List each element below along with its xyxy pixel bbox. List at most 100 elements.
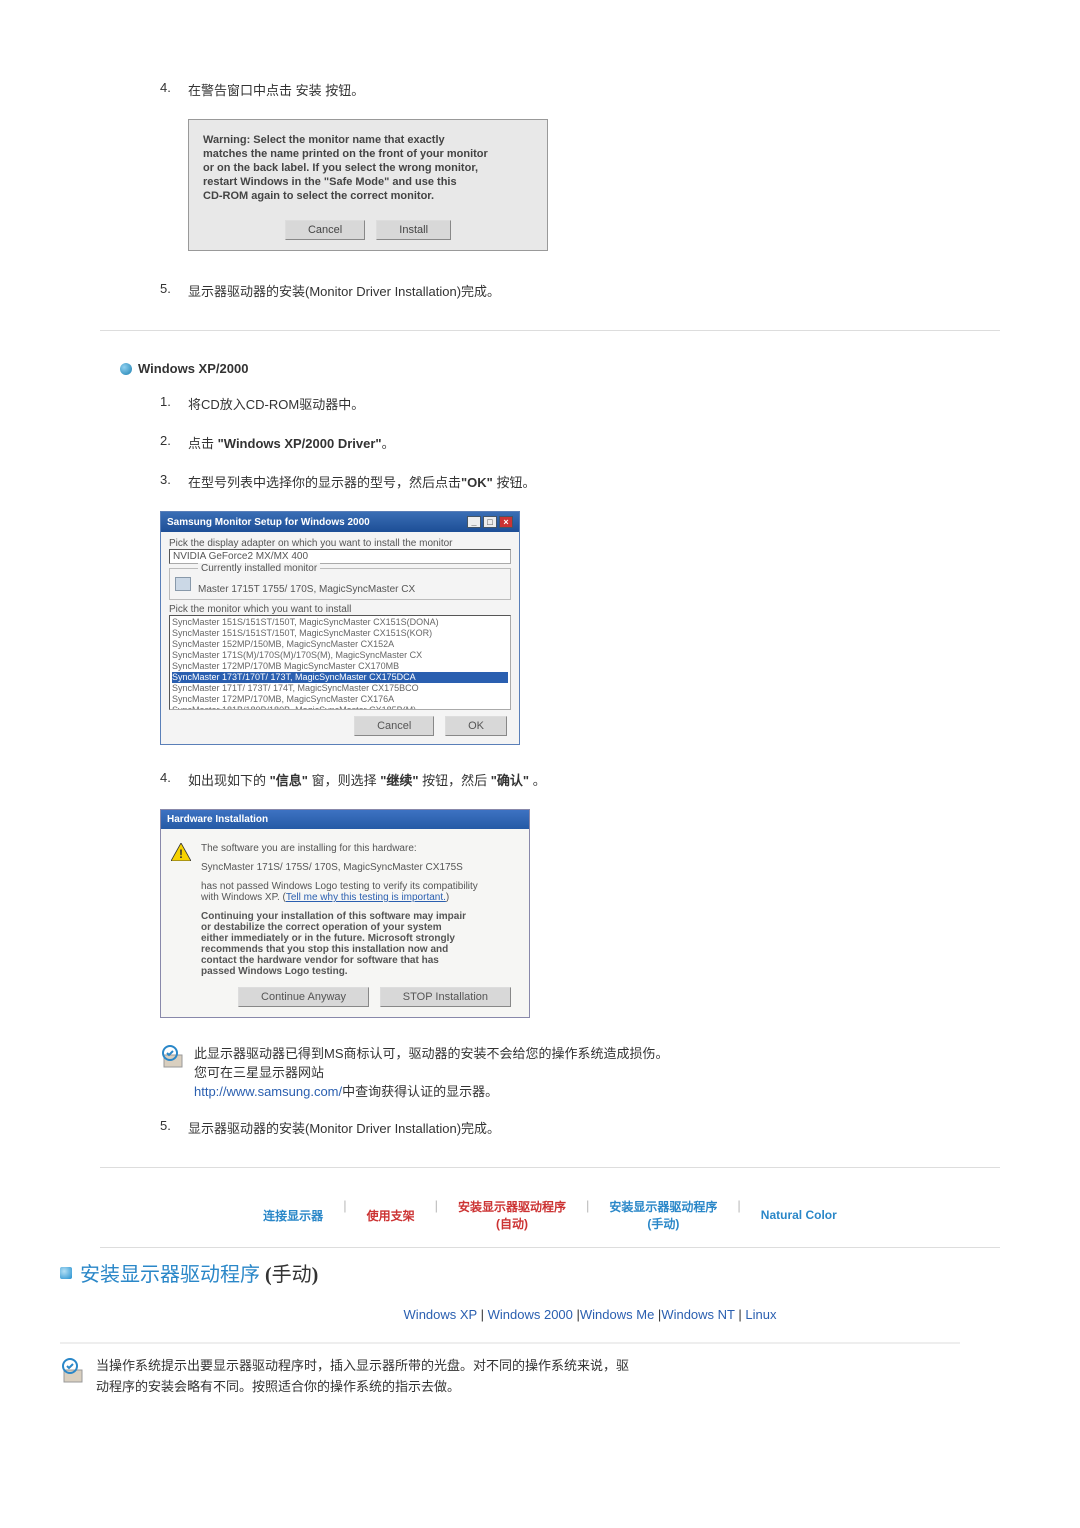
- t: has not passed Windows Logo testing to v…: [201, 881, 478, 892]
- link-linux[interactable]: Linux: [745, 1307, 776, 1322]
- nav-manual-driver[interactable]: 安装显示器驱动程序 (手动): [609, 1198, 717, 1232]
- nav-label: 安装显示器驱动程序 (自动): [458, 1198, 566, 1232]
- cancel-button[interactable]: Cancel: [285, 220, 365, 240]
- minimize-icon[interactable]: _: [467, 516, 481, 528]
- nav-label: 使用支架: [367, 1207, 415, 1224]
- stop-installation-button[interactable]: STOP Installation: [380, 987, 511, 1007]
- t: 。: [529, 773, 546, 788]
- heading-paren-close: ): [312, 1264, 319, 1286]
- certification-icon: [160, 1043, 188, 1071]
- step-bold: "OK": [461, 475, 493, 490]
- xp-step-5: 5. 显示器驱动器的安装(Monitor Driver Installation…: [160, 1118, 1020, 1137]
- t: or destabilize the correct operation of …: [201, 922, 442, 933]
- close-icon[interactable]: ×: [499, 516, 513, 528]
- hw-warn-paragraph: Continuing your installation of this sof…: [201, 911, 515, 977]
- step-text: 在型号列表中选择你的显示器的型号，然后点击"OK" 按钮。: [188, 472, 1020, 491]
- t: passed Windows Logo testing.: [201, 966, 348, 977]
- t: 如出现如下的: [188, 773, 270, 788]
- step-text: 在警告窗口中点击 安装 按钮。: [188, 80, 1020, 99]
- link-windows-xp[interactable]: Windows XP: [404, 1307, 477, 1322]
- t-bold: "继续": [380, 773, 418, 788]
- t: recommends that you stop this installati…: [201, 944, 448, 955]
- t-bold: "确认": [491, 773, 529, 788]
- t: 按钮，然后: [419, 773, 491, 788]
- list-item[interactable]: SyncMaster 152MP/150MB, MagicSyncMaster …: [172, 639, 508, 650]
- t: 窗，则选择: [308, 773, 380, 788]
- cert-line1: 此显示器驱动器已得到MS商标认可，驱动器的安装不会给您的操作系统造成损伤。: [194, 1046, 669, 1061]
- hw-line1: The software you are installing for this…: [201, 843, 515, 854]
- heading-bullet-icon: [60, 1267, 72, 1279]
- setup-line2: Pick the monitor which you want to insta…: [169, 604, 511, 615]
- warning-line-4: restart Windows in the "Safe Mode" and u…: [203, 176, 533, 188]
- note-icon: [60, 1356, 88, 1386]
- maximize-icon[interactable]: □: [483, 516, 497, 528]
- nav-sep: |: [737, 1198, 740, 1232]
- nav-bar: 连接显示器 | 使用支架 | 安装显示器驱动程序 (自动) | 安装显示器驱动程…: [100, 1198, 1000, 1248]
- heading-paren-open: (: [265, 1264, 272, 1286]
- certification-note: 此显示器驱动器已得到MS商标认可，驱动器的安装不会给您的操作系统造成损伤。 您可…: [160, 1043, 1020, 1100]
- step-suffix: 。: [382, 436, 395, 451]
- divider: [100, 330, 1000, 331]
- step-text: 显示器驱动器的安装(Monitor Driver Installation)完成…: [188, 281, 1020, 300]
- install-step-5: 5. 显示器驱动器的安装(Monitor Driver Installation…: [160, 281, 1020, 300]
- dialog-titlebar: Samsung Monitor Setup for Windows 2000 _…: [161, 512, 519, 532]
- t: contact the hardware vendor for software…: [201, 955, 439, 966]
- nav-natural-color[interactable]: Natural Color: [761, 1198, 837, 1232]
- hw-title: Hardware Installation: [161, 810, 529, 829]
- list-item[interactable]: SyncMaster 151S/151ST/150T, MagicSyncMas…: [172, 628, 508, 639]
- link-windows-2000[interactable]: Windows 2000: [488, 1307, 573, 1322]
- monitor-list[interactable]: SyncMaster 151S/151ST/150T, MagicSyncMas…: [169, 615, 511, 710]
- nav-stand[interactable]: 使用支架: [367, 1198, 415, 1232]
- t: with Windows XP. (: [201, 892, 286, 903]
- section-windows-xp-2000: Windows XP/2000: [120, 361, 1020, 376]
- step-num: 5.: [160, 281, 180, 300]
- bullet-icon: [120, 363, 132, 375]
- t: either immediately or in the future. Mic…: [201, 933, 455, 944]
- list-item[interactable]: SyncMaster 171S(M)/170S(M)/170S(M), Magi…: [172, 650, 508, 661]
- cancel-button[interactable]: Cancel: [354, 716, 434, 736]
- list-item[interactable]: SyncMaster 172MP/170MB MagicSyncMaster C…: [172, 661, 508, 672]
- install-step-4: 4. 在警告窗口中点击 安装 按钮。: [160, 80, 1020, 99]
- divider: [100, 1167, 1000, 1168]
- why-testing-link[interactable]: Tell me why this testing is important.: [286, 892, 446, 903]
- fieldset-legend: Currently installed monitor: [198, 563, 320, 574]
- warning-line-2: matches the name printed on the front of…: [203, 148, 533, 160]
- step-prefix: 在型号列表中选择你的显示器的型号，然后点击: [188, 475, 461, 490]
- warning-triangle-icon: !: [171, 843, 191, 861]
- list-item[interactable]: SyncMaster 171T/ 173T/ 174T, MagicSyncMa…: [172, 683, 508, 694]
- nav-connect[interactable]: 连接显示器: [263, 1198, 323, 1232]
- nav-sep: |: [435, 1198, 438, 1232]
- current-monitor-text: Master 1715T 1755/ 170S, MagicSyncMaster…: [198, 584, 482, 595]
- ok-button[interactable]: OK: [445, 716, 507, 736]
- warning-line-1: Warning: Select the monitor name that ex…: [203, 134, 533, 146]
- step-text: 点击 "Windows XP/2000 Driver"。: [188, 433, 1020, 452]
- step-text: 显示器驱动器的安装(Monitor Driver Installation)完成…: [188, 1118, 1020, 1137]
- list-item[interactable]: SyncMaster 172MP/170MB, MagicSyncMaster …: [172, 694, 508, 705]
- step-num: 5.: [160, 1118, 180, 1137]
- cert-line2: 您可在三星显示器网站: [194, 1065, 324, 1080]
- install-button[interactable]: Install: [376, 220, 451, 240]
- warning-line-3: or on the back label. If you select the …: [203, 162, 533, 174]
- xp-step-1: 1. 将CD放入CD-ROM驱动器中。: [160, 394, 1020, 413]
- t-bold: "信息": [270, 773, 308, 788]
- nav-label: Natural Color: [761, 1208, 837, 1222]
- link-windows-nt[interactable]: Windows NT: [661, 1307, 734, 1322]
- dialog-title-text: Samsung Monitor Setup for Windows 2000: [167, 517, 370, 528]
- list-item[interactable]: SyncMaster 151S/151ST/150T, MagicSyncMas…: [172, 617, 508, 628]
- main-heading: 安装显示器驱动程序 (手动): [60, 1258, 1020, 1287]
- step-num: 1.: [160, 394, 180, 413]
- step-num: 4.: [160, 80, 180, 99]
- link-windows-me[interactable]: Windows Me: [580, 1307, 654, 1322]
- samsung-link[interactable]: http://www.samsung.com/: [194, 1084, 342, 1099]
- list-item-selected[interactable]: SyncMaster 173T/170T/ 173T, MagicSyncMas…: [172, 672, 508, 683]
- list-item[interactable]: SyncMaster 181B/180B/180B, MagicSyncMast…: [172, 705, 508, 710]
- nav-auto-driver[interactable]: 安装显示器驱动程序 (自动): [458, 1198, 566, 1232]
- monitor-setup-dialog: Samsung Monitor Setup for Windows 2000 _…: [160, 511, 520, 745]
- step-num: 4.: [160, 770, 180, 789]
- continue-anyway-button[interactable]: Continue Anyway: [238, 987, 369, 1007]
- step-num: 3.: [160, 472, 180, 491]
- adapter-dropdown[interactable]: NVIDIA GeForce2 MX/MX 400: [169, 549, 511, 564]
- setup-line1: Pick the display adapter on which you wa…: [169, 538, 511, 549]
- step-num: 2.: [160, 433, 180, 452]
- xp-step-4: 4. 如出现如下的 "信息" 窗，则选择 "继续" 按钮，然后 "确认" 。: [160, 770, 1020, 789]
